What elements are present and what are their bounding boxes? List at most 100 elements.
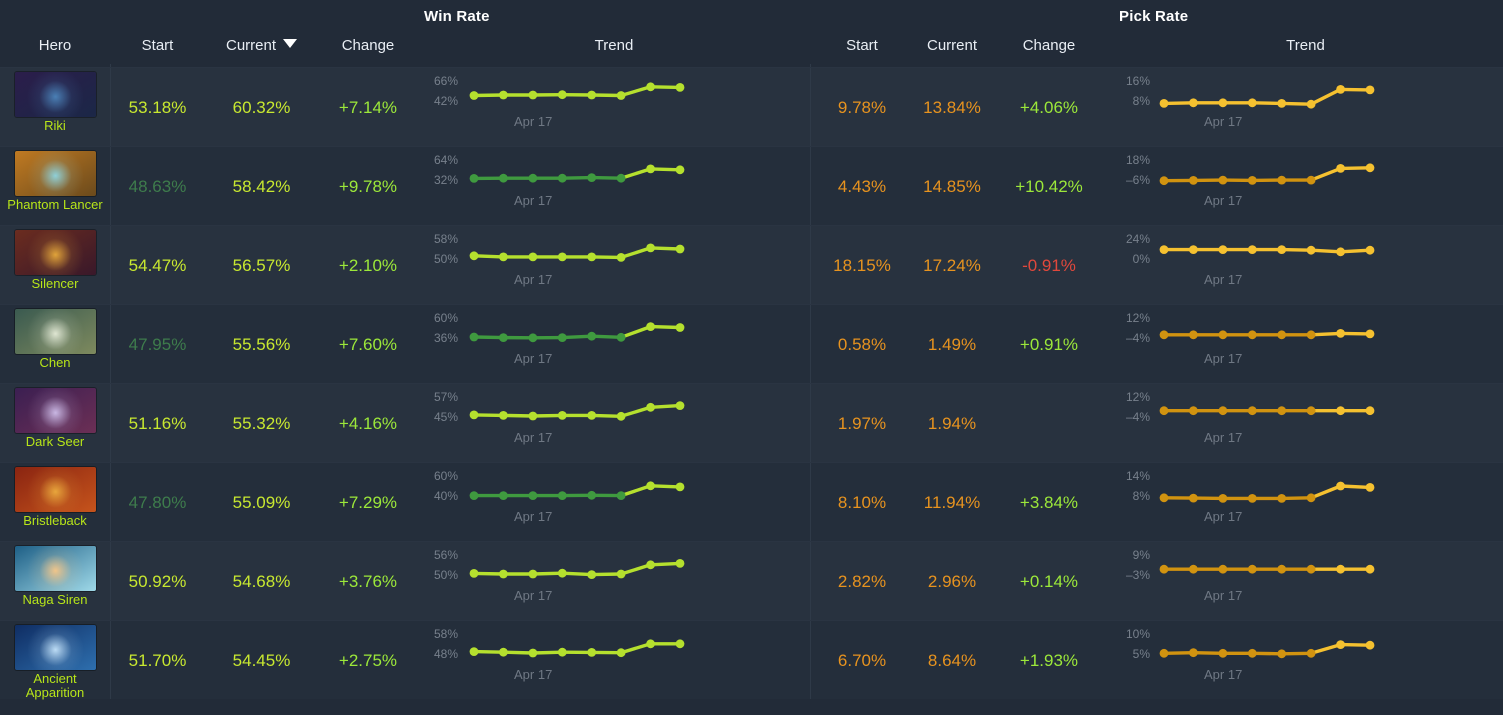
hero-name[interactable]: Riki — [44, 119, 66, 133]
hero-name[interactable]: Silencer — [32, 277, 79, 291]
hero-cell[interactable]: Silencer — [0, 226, 110, 305]
pick-trend-x-label: Apr 17 — [1204, 114, 1243, 129]
column-header-win-change[interactable]: Change — [318, 32, 418, 67]
table-row[interactable]: Phantom Lancer 48.63% 58.42% +9.78% 64% 32% Ap… — [0, 146, 1503, 225]
column-header-win-current[interactable]: Current — [205, 32, 318, 67]
hero-portrait[interactable] — [14, 625, 96, 670]
hero-portrait[interactable] — [14, 309, 96, 354]
hero-name[interactable]: Chen — [39, 356, 70, 370]
pick-trend-axis-min: 8% — [1132, 94, 1150, 108]
pick-rate-start: 2.82% — [837, 572, 887, 591]
pick-rate-start: 0.58% — [837, 335, 887, 354]
pick-rate-trend-chart[interactable]: 12% –4% Apr 17 — [1108, 305, 1503, 384]
hero-portrait[interactable] — [14, 388, 96, 433]
column-header-win-trend[interactable]: Trend — [418, 32, 810, 67]
hero-cell[interactable]: Naga Siren — [0, 542, 110, 621]
win-rate-start: 51.16% — [128, 414, 187, 433]
win-trend-axis-max: 56% — [433, 548, 458, 562]
hero-cell[interactable]: Chen — [0, 305, 110, 384]
hero-name[interactable]: Dark Seer — [26, 435, 85, 449]
pick-rate-trend-chart[interactable]: 24% 0% Apr 17 — [1108, 226, 1503, 305]
table-row[interactable]: Silencer 54.47% 56.57% +2.10% 58% 50% Apr 17 18… — [0, 225, 1503, 304]
table-row[interactable]: Ancient Apparition 51.70% 54.45% +2.75% 58% 4… — [0, 620, 1503, 700]
pick-rate-start: 18.15% — [833, 256, 891, 275]
column-header-pick-change[interactable]: Change — [990, 32, 1108, 67]
hero-cell[interactable]: Bristleback — [0, 463, 110, 542]
pick-rate-trend-chart[interactable]: 10% 5% Apr 17 — [1108, 621, 1503, 700]
pick-trend-x-label: Apr 17 — [1204, 351, 1243, 366]
pick-rate-trend-chart[interactable]: 16% 8% Apr 17 — [1108, 68, 1503, 147]
win-rate-trend-chart[interactable]: 56% 50% Apr 17 — [418, 542, 810, 621]
pick-rate-current: 1.94% — [927, 414, 977, 433]
column-header-win-current-label: Current — [225, 37, 277, 54]
hero-name[interactable]: Ancient Apparition — [3, 672, 107, 700]
hero-portrait[interactable] — [14, 546, 96, 591]
win-trend-axis-max: 66% — [433, 74, 458, 88]
win-rate-trend-chart[interactable]: 64% 32% Apr 17 — [418, 147, 810, 226]
pick-rate-start: 4.43% — [837, 177, 887, 196]
win-trend-axis-min: 50% — [433, 568, 458, 582]
pick-rate-trend-chart[interactable]: 12% –4% Apr 17 — [1108, 384, 1503, 463]
win-rate-current: 60.32% — [232, 98, 291, 117]
win-rate-trend-chart[interactable]: 58% 50% Apr 17 — [418, 226, 810, 305]
table-row[interactable]: Naga Siren 50.92% 54.68% +3.76% 56% 50% Apr 17… — [0, 541, 1503, 620]
win-rate-start: 54.47% — [128, 256, 187, 275]
win-rate-trend-chart[interactable]: 58% 48% Apr 17 — [418, 621, 810, 700]
table-row[interactable]: Bristleback 47.80% 55.09% +7.29% 60% 40% Apr 1… — [0, 462, 1503, 541]
hero-name[interactable]: Naga Siren — [22, 593, 87, 607]
pick-trend-axis-min: 8% — [1132, 489, 1150, 503]
pick-trend-axis-min: –4% — [1125, 410, 1150, 424]
hero-portrait[interactable] — [14, 72, 96, 117]
pick-trend-axis-min: 0% — [1132, 252, 1150, 266]
win-rate-trend-chart[interactable]: 57% 45% Apr 17 — [418, 384, 810, 463]
pick-trend-axis-max: 12% — [1125, 311, 1150, 325]
hero-cell[interactable]: Riki — [0, 68, 110, 147]
pick-rate-change: +3.84% — [1019, 493, 1079, 512]
win-trend-axis-max: 60% — [433, 311, 458, 325]
table-row[interactable]: Chen 47.95% 55.56% +7.60% 60% 36% Apr 17 0.58% 1… — [0, 304, 1503, 383]
pick-rate-trend-chart[interactable]: 18% –6% Apr 17 — [1108, 147, 1503, 226]
pick-rate-current: 1.49% — [927, 335, 977, 354]
column-header-pick-current[interactable]: Current — [914, 32, 990, 67]
pick-rate-start: 1.97% — [837, 414, 887, 433]
pick-rate-current: 13.84% — [923, 98, 981, 117]
hero-cell[interactable]: Ancient Apparition — [0, 621, 110, 700]
win-trend-axis-max: 57% — [433, 390, 458, 404]
pick-rate-change: +1.93% — [1019, 651, 1079, 670]
win-rate-change: +7.60% — [338, 335, 398, 354]
table-row[interactable]: Dark Seer 51.16% 55.32% +4.16% 57% 45% Apr 17 1… — [0, 383, 1503, 462]
pick-rate-change — [990, 384, 1108, 463]
column-header-pick-start[interactable]: Start — [810, 32, 914, 67]
hero-portrait[interactable] — [14, 151, 96, 196]
hero-name[interactable]: Bristleback — [23, 514, 87, 528]
pick-trend-axis-max: 18% — [1125, 153, 1150, 167]
win-rate-trend-chart[interactable]: 66% 42% Apr 17 — [418, 68, 810, 147]
table-row[interactable]: Riki 53.18% 60.32% +7.14% 66% 42% Apr 17 9.78% 1… — [0, 67, 1503, 146]
win-rate-current: 58.42% — [232, 177, 291, 196]
pick-trend-axis-max: 10% — [1125, 627, 1150, 641]
column-header-win-start[interactable]: Start — [110, 32, 205, 67]
pick-rate-trend-chart[interactable]: 9% –3% Apr 17 — [1108, 542, 1503, 621]
pick-trend-x-label: Apr 17 — [1204, 193, 1243, 208]
column-header-hero[interactable]: Hero — [0, 32, 110, 67]
win-trend-axis-max: 60% — [433, 469, 458, 483]
pick-trend-axis-max: 24% — [1125, 232, 1150, 246]
win-rate-trend-chart[interactable]: 60% 40% Apr 17 — [418, 463, 810, 542]
win-rate-change: +7.29% — [338, 493, 398, 512]
hero-cell[interactable]: Dark Seer — [0, 384, 110, 463]
pick-trend-x-label: Apr 17 — [1204, 272, 1243, 287]
pick-trend-axis-min: –4% — [1125, 331, 1150, 345]
hero-portrait[interactable] — [14, 230, 96, 275]
hero-cell[interactable]: Phantom Lancer — [0, 147, 110, 226]
win-rate-change: +2.10% — [338, 256, 398, 275]
pick-rate-change: +0.91% — [1019, 335, 1079, 354]
hero-name[interactable]: Phantom Lancer — [7, 198, 102, 212]
column-header-pick-trend[interactable]: Trend — [1108, 32, 1503, 67]
win-rate-change: +3.76% — [338, 572, 398, 591]
hero-portrait[interactable] — [14, 467, 96, 512]
win-rate-start: 47.80% — [128, 493, 187, 512]
pick-rate-start: 6.70% — [837, 651, 887, 670]
pick-trend-axis-min: –6% — [1125, 173, 1150, 187]
win-rate-trend-chart[interactable]: 60% 36% Apr 17 — [418, 305, 810, 384]
pick-rate-trend-chart[interactable]: 14% 8% Apr 17 — [1108, 463, 1503, 542]
